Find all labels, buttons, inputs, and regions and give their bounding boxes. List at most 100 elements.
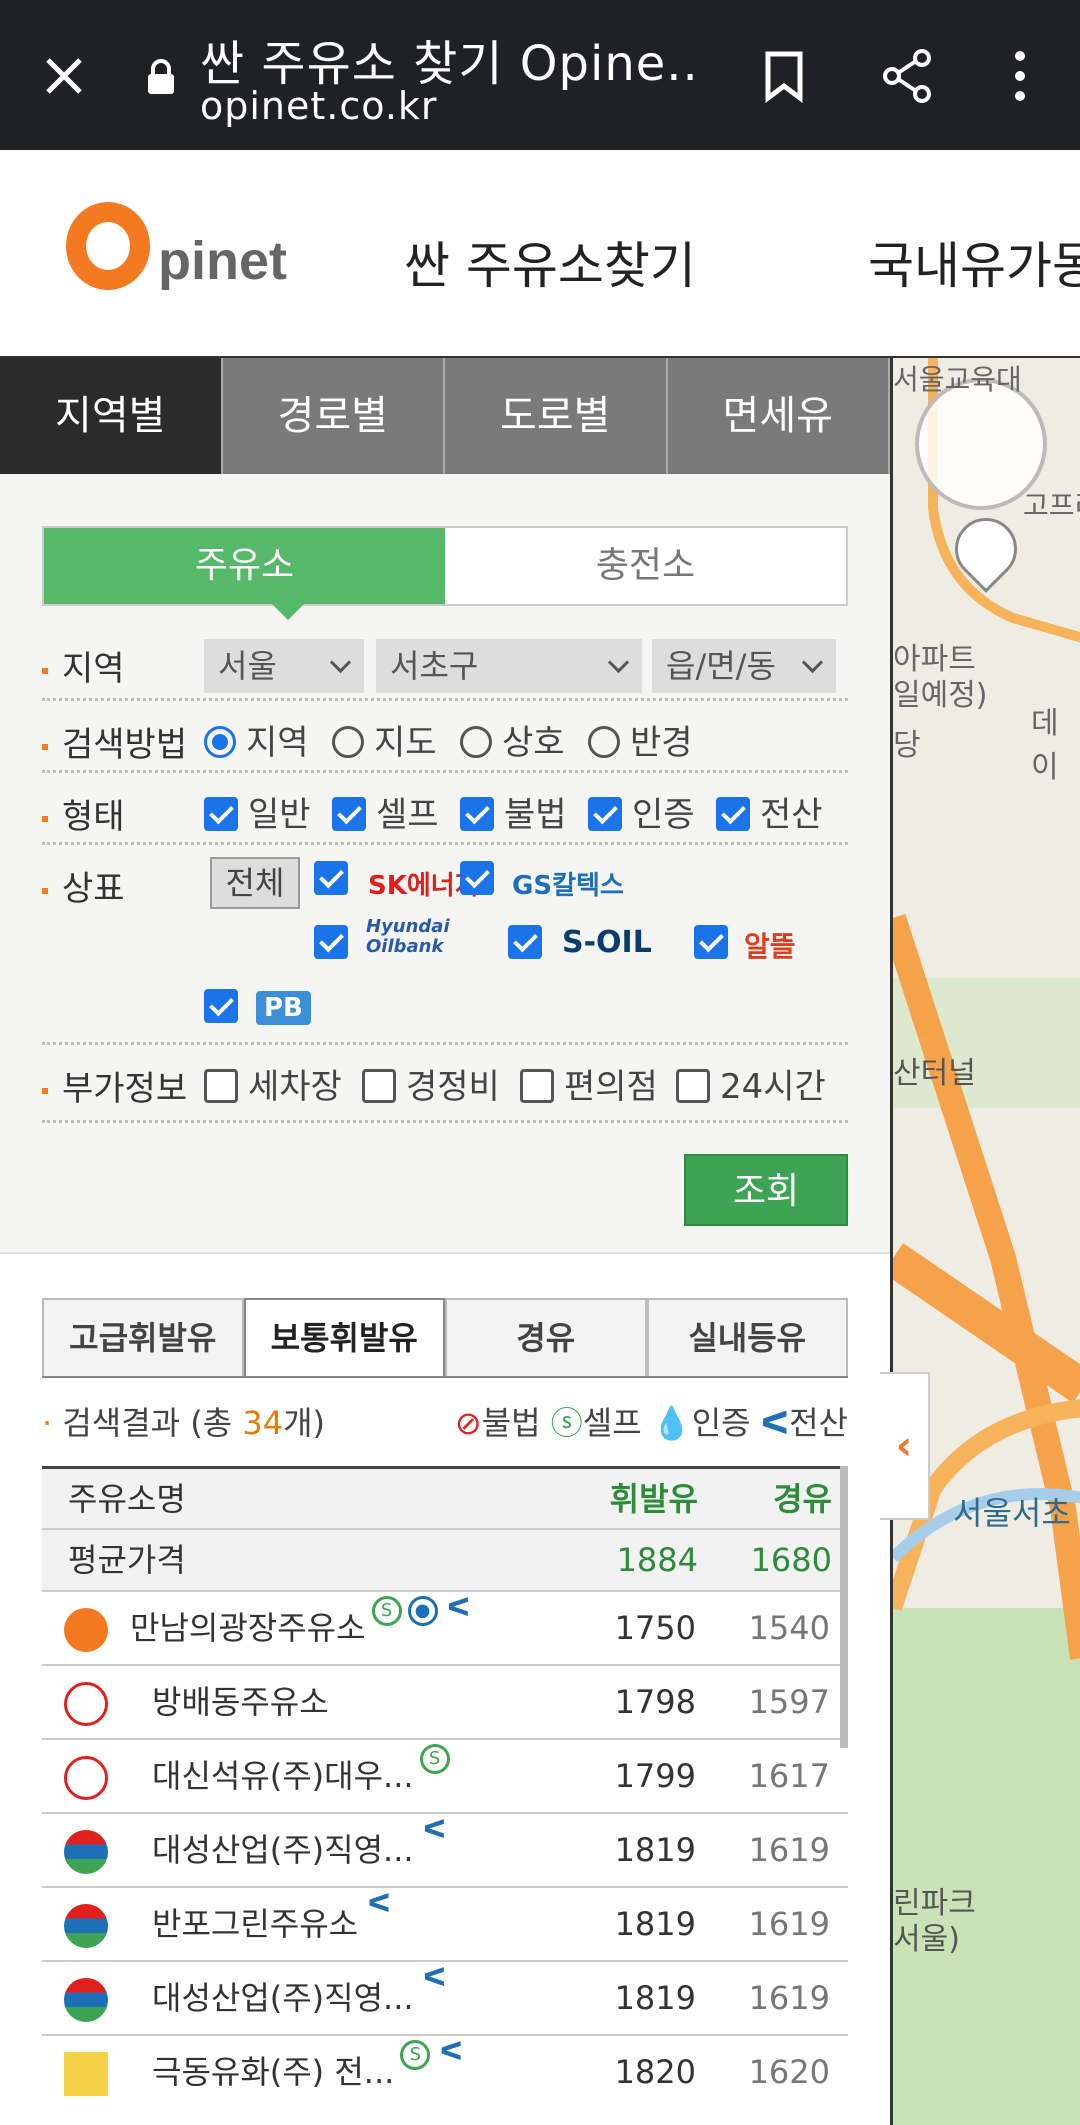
check-brand-soil[interactable] — [508, 923, 552, 963]
radio-map[interactable]: 지도 — [332, 715, 437, 764]
radio-button[interactable] — [460, 725, 492, 758]
collapse-panel-button[interactable]: ‹ — [880, 1372, 930, 1520]
radio-label: 지역 — [246, 723, 309, 763]
check-brand-altteul[interactable] — [694, 923, 738, 963]
check-illegal[interactable]: 불법 — [460, 787, 567, 836]
more-vert-icon[interactable] — [992, 48, 1048, 104]
tab-route[interactable]: 경로별 — [222, 358, 445, 474]
radio-button[interactable] — [204, 725, 236, 758]
check-brand-pb[interactable] — [204, 987, 248, 1027]
brand-all-button[interactable]: 전체 — [210, 857, 300, 909]
station-name[interactable]: 반포그린주유소 ᐸ — [152, 1888, 394, 1960]
table-row[interactable]: 대성산업(주)직영... ᐸ 1819 1619 — [42, 1812, 848, 1886]
average-row: 평균가격 1884 1680 — [42, 1528, 848, 1590]
check-brand-gs[interactable] — [460, 859, 504, 899]
page-url[interactable]: opinet.co.kr — [200, 84, 438, 128]
map-label: 서울교육대 — [893, 363, 1022, 396]
tab-region[interactable]: 지역별 — [0, 358, 223, 474]
checkbox[interactable] — [314, 924, 348, 959]
map-label: 고프리 — [1023, 489, 1080, 522]
checkbox[interactable] — [588, 796, 622, 831]
checkbox[interactable] — [362, 1068, 396, 1103]
radio-button[interactable] — [332, 725, 364, 758]
check-brand-sk[interactable] — [314, 859, 358, 899]
checkbox[interactable] — [716, 796, 750, 831]
checkbox-label: 인증 — [632, 795, 695, 835]
check-general[interactable]: 일반 — [204, 787, 311, 836]
bullet: · — [42, 1404, 63, 1442]
check-24h[interactable]: 24시간 — [676, 1059, 826, 1108]
result-prefix: 검색결과 (총 — [62, 1404, 243, 1442]
search-type-tabs: 지역별 경로별 도로별 면세유 — [0, 358, 890, 474]
table-row[interactable]: 반포그린주유소 ᐸ 1819 1619 — [42, 1886, 848, 1960]
checkbox[interactable] — [520, 1068, 554, 1103]
check-pos[interactable]: 전산 — [716, 787, 823, 836]
checkbox[interactable] — [460, 860, 494, 895]
tab-diesel[interactable]: 경유 — [445, 1298, 647, 1376]
station-name[interactable]: 극동유화(주) 전... S ᐸ — [152, 2036, 466, 2108]
pos-icon: ᐸ — [760, 1404, 790, 1442]
radio-name[interactable]: 상호 — [460, 715, 565, 764]
check-self[interactable]: 셀프 — [332, 787, 439, 836]
check-convenience[interactable]: 편의점 — [520, 1059, 658, 1108]
gasoline-price: 1799 — [614, 1757, 696, 1795]
bookmark-icon[interactable] — [756, 48, 812, 104]
row-brand: 상표 전체 SK에너지 GS칼텍스 Hyundai Oilbank S-OIL … — [42, 845, 848, 1045]
result-summary: · 검색결과 (총 34개) ⊘불법 ⓢ셀프 💧인증 ᐸ전산 — [42, 1398, 848, 1448]
pos-icon: ᐸ — [447, 1593, 471, 1623]
station-name[interactable]: 방배동주유소 — [152, 1666, 329, 1738]
tab-premium-gasoline[interactable]: 고급휘발유 — [42, 1298, 244, 1376]
share-icon[interactable] — [880, 48, 936, 104]
search-button[interactable]: 조회 — [684, 1154, 848, 1226]
opinet-logo[interactable]: pinet — [66, 202, 306, 302]
tab-road[interactable]: 도로별 — [445, 358, 668, 474]
checkbox[interactable] — [676, 1068, 710, 1103]
toggle-charging-station[interactable]: 충전소 — [445, 528, 846, 604]
tab-tax-free[interactable]: 면세유 — [667, 358, 890, 474]
radio-radius[interactable]: 반경 — [588, 715, 693, 764]
nav-domestic-price[interactable]: 국내유가동 — [868, 226, 1080, 298]
table-row[interactable]: 대성산업(주)직영... ᐸ 1819 1619 — [42, 1960, 848, 2034]
station-name[interactable]: 대성산업(주)직영... ᐸ — [152, 1962, 450, 2034]
table-scrollbar[interactable] — [840, 1466, 848, 1748]
station-name[interactable]: 만남의광장주유소 S ● ᐸ — [130, 1592, 474, 1664]
checkbox[interactable] — [460, 796, 494, 831]
tab-regular-gasoline[interactable]: 보통휘발유 — [243, 1298, 445, 1376]
checkbox[interactable] — [314, 860, 348, 895]
station-name[interactable]: 대신석유(주)대우... S — [152, 1740, 450, 1812]
checkbox[interactable] — [332, 796, 366, 831]
s-oil-logo: S-OIL — [562, 925, 652, 960]
map-view[interactable]: 서울교육대 고프리 아파트 일예정) 당 데이 산터널 서울서초 린파크 서울) — [890, 358, 1080, 2125]
radio-button[interactable] — [588, 725, 620, 758]
check-certified[interactable]: 인증 — [588, 787, 695, 836]
table-row[interactable]: 방배동주유소 1798 1597 — [42, 1664, 848, 1738]
header-diesel: 경유 — [773, 1480, 832, 1518]
gs-icon — [64, 1978, 108, 2022]
toggle-gas-station[interactable]: 주유소 — [44, 528, 445, 604]
table-row[interactable]: 만남의광장주유소 S ● ᐸ 1750 1540 — [42, 1590, 848, 1664]
table-row[interactable]: 대신석유(주)대우... S 1799 1617 — [42, 1738, 848, 1812]
station-name[interactable]: 대성산업(주)직영... ᐸ — [152, 1814, 450, 1886]
cert-drop-icon: 💧 — [651, 1404, 692, 1442]
self-icon: S — [371, 1596, 402, 1626]
radio-region[interactable]: 지역 — [204, 715, 309, 764]
nav-cheap-station[interactable]: 싼 주유소찾기 — [404, 226, 696, 298]
checkbox[interactable] — [204, 796, 238, 831]
tab-kerosene[interactable]: 실내등유 — [646, 1298, 848, 1376]
check-car-wash[interactable]: 세차장 — [204, 1059, 342, 1108]
select-gu[interactable]: 서초구 — [376, 639, 642, 693]
gasoline-price: 1819 — [614, 1979, 696, 2017]
price-table: 주유소명 휘발유 경유 평균가격 1884 1680 만남의광장주유소 S ● ᐸ 1… — [42, 1466, 848, 2108]
site-header: pinet 싼 주유소찾기 국내유가동 — [0, 150, 1080, 358]
select-dong[interactable]: 읍/면/동 — [652, 639, 836, 693]
select-sido[interactable]: 서울 — [204, 639, 364, 693]
check-maintenance[interactable]: 경정비 — [362, 1059, 500, 1108]
table-row[interactable]: 극동유화(주) 전... S ᐸ 1820 1620 — [42, 2034, 848, 2108]
check-brand-hyundai[interactable] — [314, 923, 358, 963]
close-icon[interactable] — [40, 52, 88, 100]
checkbox[interactable] — [204, 988, 238, 1023]
checkbox[interactable] — [508, 924, 542, 959]
checkbox[interactable] — [204, 1068, 238, 1103]
checkbox[interactable] — [694, 924, 728, 959]
gs-logo: GS칼텍스 — [512, 871, 624, 901]
